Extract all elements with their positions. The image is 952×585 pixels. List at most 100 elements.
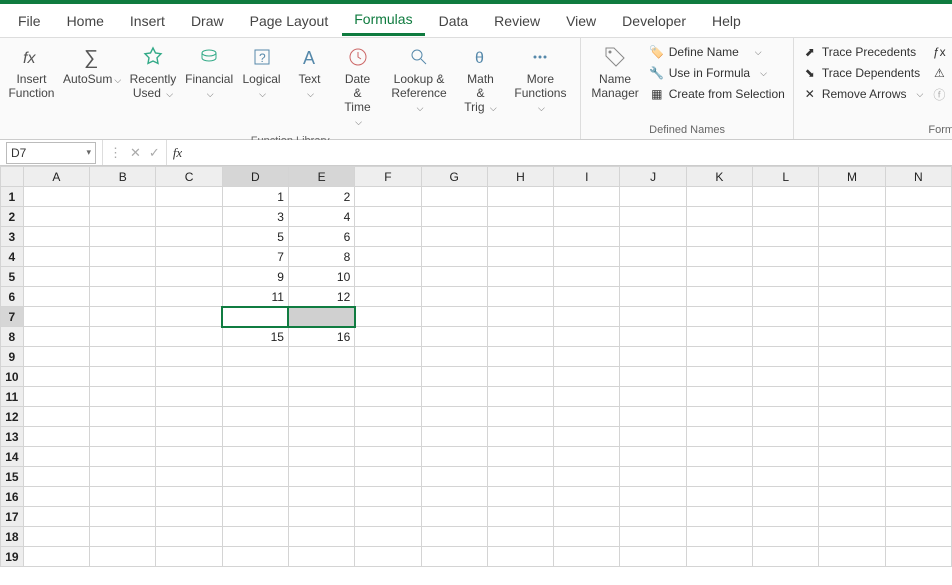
cell-C11[interactable]	[156, 387, 222, 407]
cell-I4[interactable]	[554, 247, 620, 267]
cell-E7[interactable]	[288, 307, 354, 327]
cell-E17[interactable]	[288, 507, 354, 527]
cell-D14[interactable]	[222, 447, 288, 467]
cell-N17[interactable]	[885, 507, 951, 527]
cell-K4[interactable]	[686, 247, 752, 267]
col-header-K[interactable]: K	[686, 167, 752, 187]
cancel-icon[interactable]: ✕	[130, 145, 141, 161]
cell-M10[interactable]	[819, 367, 885, 387]
cell-B17[interactable]	[90, 507, 156, 527]
cell-K2[interactable]	[686, 207, 752, 227]
use-in-formula-button[interactable]: 🔧Use in Formula⌵	[649, 63, 785, 83]
row-header-2[interactable]: 2	[1, 207, 24, 227]
enter-icon[interactable]: ✓	[149, 145, 160, 161]
row-header-4[interactable]: 4	[1, 247, 24, 267]
cell-N12[interactable]	[885, 407, 951, 427]
cell-A18[interactable]	[23, 527, 89, 547]
cell-J2[interactable]	[620, 207, 686, 227]
cell-G18[interactable]	[421, 527, 487, 547]
cell-D18[interactable]	[222, 527, 288, 547]
cell-N14[interactable]	[885, 447, 951, 467]
cell-G9[interactable]	[421, 347, 487, 367]
cell-B19[interactable]	[90, 547, 156, 567]
cell-C17[interactable]	[156, 507, 222, 527]
cell-N7[interactable]	[885, 307, 951, 327]
col-header-F[interactable]: F	[355, 167, 421, 187]
cell-H14[interactable]	[487, 447, 553, 467]
cell-I18[interactable]	[554, 527, 620, 547]
cell-D13[interactable]	[222, 427, 288, 447]
cell-M9[interactable]	[819, 347, 885, 367]
cell-B3[interactable]	[90, 227, 156, 247]
cell-A4[interactable]	[23, 247, 89, 267]
cell-I2[interactable]	[554, 207, 620, 227]
cell-A8[interactable]	[23, 327, 89, 347]
cell-M15[interactable]	[819, 467, 885, 487]
cell-H1[interactable]	[487, 187, 553, 207]
cell-M5[interactable]	[819, 267, 885, 287]
cell-B14[interactable]	[90, 447, 156, 467]
cell-C9[interactable]	[156, 347, 222, 367]
cell-A1[interactable]	[23, 187, 89, 207]
cell-M14[interactable]	[819, 447, 885, 467]
cell-F6[interactable]	[355, 287, 421, 307]
col-header-J[interactable]: J	[620, 167, 686, 187]
cell-J15[interactable]	[620, 467, 686, 487]
row-header-1[interactable]: 1	[1, 187, 24, 207]
col-header-C[interactable]: C	[156, 167, 222, 187]
cell-G13[interactable]	[421, 427, 487, 447]
row-header-3[interactable]: 3	[1, 227, 24, 247]
cell-M17[interactable]	[819, 507, 885, 527]
cell-D4[interactable]: 7	[222, 247, 288, 267]
cell-I10[interactable]	[554, 367, 620, 387]
remove-arrows-button[interactable]: ✕Remove Arrows⌵	[802, 84, 924, 104]
cell-B11[interactable]	[90, 387, 156, 407]
cell-A17[interactable]	[23, 507, 89, 527]
cell-K9[interactable]	[686, 347, 752, 367]
cell-G19[interactable]	[421, 547, 487, 567]
cell-C4[interactable]	[156, 247, 222, 267]
cell-I13[interactable]	[554, 427, 620, 447]
row-header-8[interactable]: 8	[1, 327, 24, 347]
cell-B6[interactable]	[90, 287, 156, 307]
cell-I3[interactable]	[554, 227, 620, 247]
name-manager-button[interactable]: Name Manager	[585, 40, 644, 104]
error-checking-button[interactable]: ⚠Error Ch	[931, 63, 952, 83]
cell-A10[interactable]	[23, 367, 89, 387]
cell-I5[interactable]	[554, 267, 620, 287]
cell-H17[interactable]	[487, 507, 553, 527]
cell-C1[interactable]	[156, 187, 222, 207]
trace-dependents-button[interactable]: ⬊Trace Dependents	[802, 63, 924, 83]
cell-J18[interactable]	[620, 527, 686, 547]
row-header-18[interactable]: 18	[1, 527, 24, 547]
cell-E16[interactable]	[288, 487, 354, 507]
cell-K8[interactable]	[686, 327, 752, 347]
cell-B10[interactable]	[90, 367, 156, 387]
cell-L16[interactable]	[753, 487, 819, 507]
cell-E14[interactable]	[288, 447, 354, 467]
col-header-M[interactable]: M	[819, 167, 885, 187]
cell-C18[interactable]	[156, 527, 222, 547]
name-box[interactable]: D7▾	[6, 142, 96, 164]
cell-H8[interactable]	[487, 327, 553, 347]
col-header-H[interactable]: H	[487, 167, 553, 187]
cell-E6[interactable]: 12	[288, 287, 354, 307]
cell-M11[interactable]	[819, 387, 885, 407]
cell-E10[interactable]	[288, 367, 354, 387]
cell-L13[interactable]	[753, 427, 819, 447]
cell-F1[interactable]	[355, 187, 421, 207]
col-header-E[interactable]: E	[288, 167, 354, 187]
cell-F2[interactable]	[355, 207, 421, 227]
cell-L17[interactable]	[753, 507, 819, 527]
cell-M1[interactable]	[819, 187, 885, 207]
cell-D16[interactable]	[222, 487, 288, 507]
autosum-button[interactable]: ∑ AutoSum⌵	[59, 40, 125, 91]
cell-I7[interactable]	[554, 307, 620, 327]
worksheet[interactable]: ABCDEFGHIJKLMN11223435647859106111278151…	[0, 166, 952, 567]
more-functions-button[interactable]: More Functions ⌵	[505, 40, 577, 119]
row-header-12[interactable]: 12	[1, 407, 24, 427]
cell-E13[interactable]	[288, 427, 354, 447]
cell-N10[interactable]	[885, 367, 951, 387]
cell-A19[interactable]	[23, 547, 89, 567]
cell-L11[interactable]	[753, 387, 819, 407]
